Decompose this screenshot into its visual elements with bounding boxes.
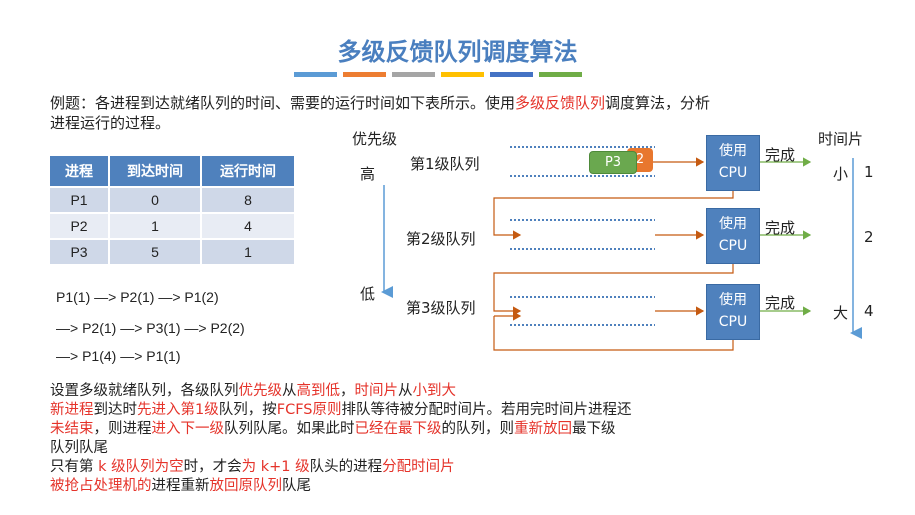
priority-label: 优先级: [352, 130, 398, 148]
cpu-label: 使用: [719, 292, 747, 308]
note-line: 设置多级就绪队列，各级队列优先级从高到低，时间片从小到大: [50, 382, 870, 401]
timeslice-value: 2: [864, 228, 874, 246]
feedback-loop: [493, 316, 734, 351]
note-highlight: FCFS原则: [276, 402, 342, 418]
note-text: 时，才会: [183, 459, 242, 475]
note-line: 被抢占处理机的进程重新放回原队列队尾: [50, 477, 870, 496]
timeslice-value: 4: [864, 302, 874, 320]
note-text: 的队列，则: [441, 421, 515, 437]
note-highlight: 为 k+1 级: [241, 459, 310, 475]
timeslice-small: 小: [833, 165, 849, 183]
timeslice-big: 大: [833, 304, 849, 322]
note-highlight: 新进程: [50, 402, 94, 418]
done-label: 完成: [765, 146, 796, 164]
note-text: 从: [282, 383, 297, 399]
feedback-arrow: [493, 264, 734, 316]
cpu-label: 使用: [719, 216, 747, 232]
note-text: 设置多级就绪队列，各级队列: [50, 383, 239, 399]
rules-notes: 设置多级就绪队列，各级队列优先级从高到低，时间片从小到大 新进程到达时先进入第1…: [50, 382, 870, 496]
note-text: ，: [340, 383, 355, 399]
note-text: 排队等待被分配时间片。若用完时间片进程还: [341, 402, 632, 418]
feedback-arrow: [493, 191, 734, 240]
cpu-box-2: 使用 CPU: [706, 208, 760, 264]
note-text: 从: [398, 383, 413, 399]
note-highlight: 被抢占处理机的: [50, 478, 152, 494]
note-text: 队列队尾。如果此时: [224, 421, 355, 437]
cpu-label: CPU: [718, 165, 748, 181]
cpu-box-3: 使用 CPU: [706, 284, 760, 340]
timeslice-label: 时间片: [818, 130, 864, 148]
note-text: 只有第: [50, 459, 99, 475]
note-highlight: 优先级: [238, 383, 283, 399]
queue-label-3: 第3级队列: [406, 299, 476, 317]
cpu-label: 使用: [719, 143, 747, 159]
note-text: 队列，按: [218, 402, 277, 418]
priority-high: 高: [360, 165, 376, 183]
priority-low: 低: [360, 285, 376, 303]
note-text: 最下级: [572, 421, 616, 437]
done-label: 完成: [765, 294, 796, 312]
note-text: 队尾: [282, 478, 311, 494]
note-line: 新进程到达时先进入第1级队列，按FCFS原则排队等待被分配时间片。若用完时间片进…: [50, 401, 870, 420]
cpu-box-1: 使用 CPU: [706, 135, 760, 191]
queue-label-1: 第1级队列: [410, 155, 480, 173]
note-line: 未结束，则进程进入下一级队列队尾。如果此时已经在最下级的队列，则重新放回最下级: [50, 420, 870, 439]
note-text: 到达时: [93, 402, 138, 418]
note-highlight: 高到低: [296, 383, 341, 399]
note-highlight: 放回原队列: [209, 478, 283, 494]
note-highlight: 分配时间片: [382, 459, 455, 475]
note-highlight: 进入下一级: [151, 421, 225, 437]
note-highlight: 未结束: [50, 421, 94, 437]
note-line: 只有第 k 级队列为空时，才会为 k+1 级队头的进程分配时间片: [50, 458, 870, 477]
note-text: 队头的进程: [309, 459, 383, 475]
note-text: ，则进程: [93, 421, 152, 437]
note-highlight: 小到大: [412, 383, 457, 399]
note-text: 进程重新: [151, 478, 210, 494]
queue-label-2: 第2级队列: [406, 230, 476, 248]
timeslice-value: 1: [864, 163, 874, 181]
note-highlight: 已经在最下级: [354, 421, 442, 437]
note-line: 队列队尾: [50, 440, 108, 456]
note-highlight: 重新放回: [514, 421, 572, 437]
cpu-label: CPU: [718, 314, 748, 330]
done-label: 完成: [765, 219, 796, 237]
note-highlight: k 级队列为空: [98, 459, 184, 475]
note-highlight: 先进入第1级: [137, 402, 219, 418]
note-highlight: 时间片: [354, 383, 399, 399]
cpu-label: CPU: [718, 238, 748, 254]
process-p3-block: P3: [589, 151, 637, 174]
